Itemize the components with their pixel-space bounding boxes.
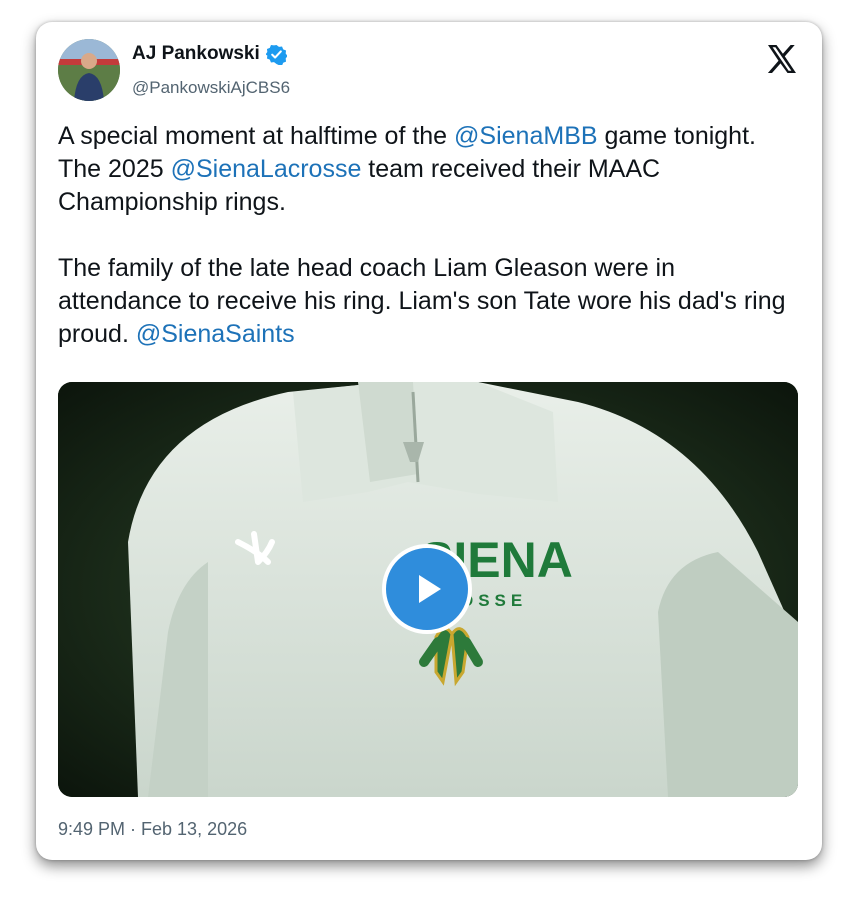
- tweet-paragraph-1: A special moment at halftime of the @Sie…: [58, 120, 788, 219]
- play-icon: [419, 575, 441, 603]
- tweet-text: A special moment at halftime of the @Sie…: [58, 120, 788, 351]
- avatar[interactable]: [58, 39, 120, 101]
- mention-link[interactable]: @SienaLacrosse: [171, 155, 362, 183]
- verified-badge-icon: [265, 44, 287, 65]
- author-handle[interactable]: @PankowskiAjCBS6: [132, 78, 290, 98]
- tweet-paragraph-2: The family of the late head coach Liam G…: [58, 252, 788, 351]
- x-logo-icon[interactable]: [766, 43, 798, 75]
- author-name-row[interactable]: AJ Pankowski: [132, 43, 287, 65]
- tweet-text-segment: A special moment at halftime of the: [58, 122, 455, 150]
- tweet-timestamp[interactable]: 9:49 PM · Feb 13, 2026: [58, 819, 247, 840]
- play-button[interactable]: [382, 544, 472, 634]
- author-name[interactable]: AJ Pankowski: [132, 43, 260, 65]
- video-thumbnail[interactable]: SIENA OSSE: [58, 382, 798, 797]
- mention-link[interactable]: @SienaSaints: [136, 320, 295, 348]
- mention-link[interactable]: @SienaMBB: [454, 122, 598, 150]
- tweet-card: AJ Pankowski @PankowskiAjCBS6 A special …: [36, 22, 822, 860]
